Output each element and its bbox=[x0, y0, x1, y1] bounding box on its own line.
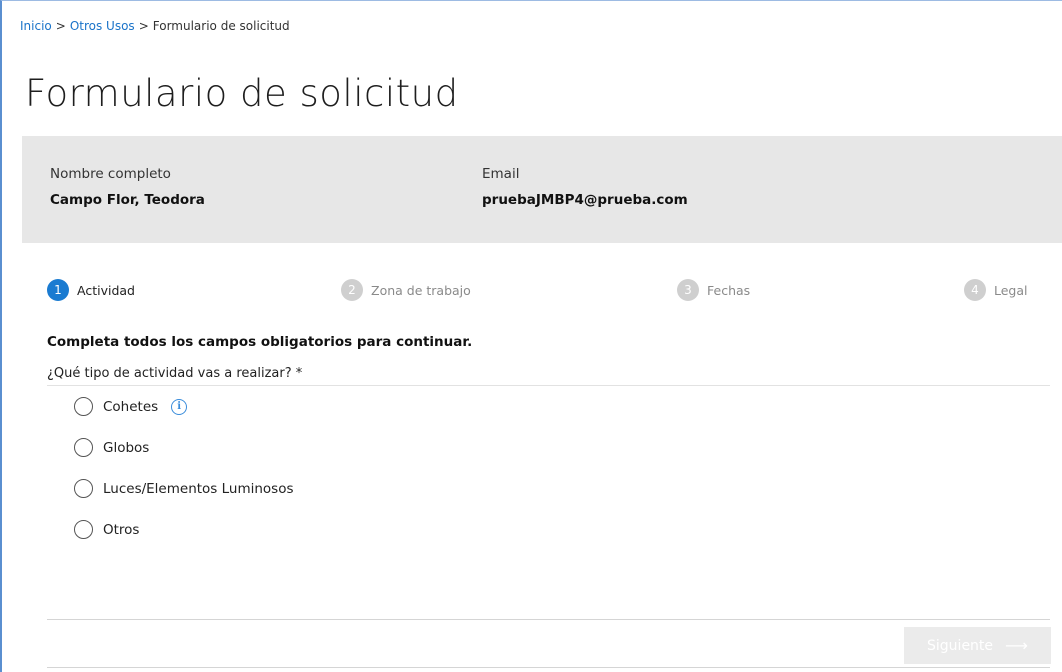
step-legal: 4 Legal bbox=[964, 279, 1028, 301]
radio-option-luces[interactable]: Luces/Elementos Luminosos bbox=[74, 478, 294, 499]
applicant-name-label: Nombre completo bbox=[50, 166, 171, 182]
radio-option-otros[interactable]: Otros bbox=[74, 519, 294, 540]
step-label: Zona de trabajo bbox=[371, 282, 471, 298]
applicant-name-block: Nombre completo Campo Flor, Teodora bbox=[50, 166, 205, 208]
radio-option-cohetes[interactable]: Cohetes i bbox=[74, 396, 294, 417]
step-label: Actividad bbox=[77, 282, 135, 298]
step-fechas: 3 Fechas bbox=[677, 279, 750, 301]
applicant-name-value: Campo Flor, Teodora bbox=[50, 192, 205, 208]
breadcrumb-section-link[interactable]: Otros Usos bbox=[70, 19, 135, 33]
radio-unchecked-icon[interactable] bbox=[74, 520, 93, 539]
step-actividad: 1 Actividad bbox=[47, 279, 135, 301]
radio-unchecked-icon[interactable] bbox=[74, 438, 93, 457]
breadcrumb: Inicio > Otros Usos > Formulario de solicitu… bbox=[20, 19, 290, 33]
step-number: 4 bbox=[964, 279, 986, 301]
step-number: 3 bbox=[677, 279, 699, 301]
step-zona-de-trabajo: 2 Zona de trabajo bbox=[341, 279, 471, 301]
arrow-right-icon: ⟶ bbox=[1005, 636, 1028, 655]
footer-divider-bottom bbox=[47, 667, 1050, 668]
radio-option-label[interactable]: Otros bbox=[103, 522, 139, 538]
step-number: 2 bbox=[341, 279, 363, 301]
breadcrumb-separator: > bbox=[55, 19, 66, 33]
radio-unchecked-icon[interactable] bbox=[74, 479, 93, 498]
next-button[interactable]: Siguiente ⟶ bbox=[904, 627, 1051, 664]
form-instructions: Completa todos los campos obligatorios p… bbox=[47, 334, 473, 350]
footer-divider-top bbox=[47, 619, 1050, 620]
applicant-email-value: pruebaJMBP4@prueba.com bbox=[482, 192, 688, 208]
breadcrumb-current: Formulario de solicitud bbox=[152, 19, 290, 33]
page-title: Formulario de solicitud bbox=[25, 72, 459, 115]
radio-option-label[interactable]: Luces/Elementos Luminosos bbox=[103, 481, 294, 497]
step-label: Legal bbox=[994, 282, 1028, 298]
radio-option-globos[interactable]: Globos bbox=[74, 437, 294, 458]
applicant-email-block: Email pruebaJMBP4@prueba.com bbox=[482, 166, 688, 208]
question-divider bbox=[47, 385, 1050, 386]
applicant-info-panel: Nombre completo Campo Flor, Teodora Emai… bbox=[22, 136, 1062, 243]
radio-option-label[interactable]: Cohetes bbox=[103, 399, 158, 415]
activity-type-radio-group: Cohetes i Globos Luces/Elementos Luminos… bbox=[74, 396, 294, 560]
next-button-label: Siguiente bbox=[927, 637, 994, 654]
step-label: Fechas bbox=[707, 282, 751, 298]
step-number: 1 bbox=[47, 279, 69, 301]
progress-stepper: 1 Actividad 2 Zona de trabajo 3 Fechas 4… bbox=[0, 279, 1062, 303]
breadcrumb-home-link[interactable]: Inicio bbox=[20, 19, 52, 33]
info-circle-icon[interactable]: i bbox=[171, 398, 188, 415]
radio-option-label[interactable]: Globos bbox=[103, 440, 149, 456]
breadcrumb-separator: > bbox=[138, 19, 149, 33]
activity-type-question: ¿Qué tipo de actividad vas a realizar? * bbox=[47, 366, 303, 381]
radio-unchecked-icon[interactable] bbox=[74, 397, 93, 416]
applicant-email-label: Email bbox=[482, 166, 520, 182]
